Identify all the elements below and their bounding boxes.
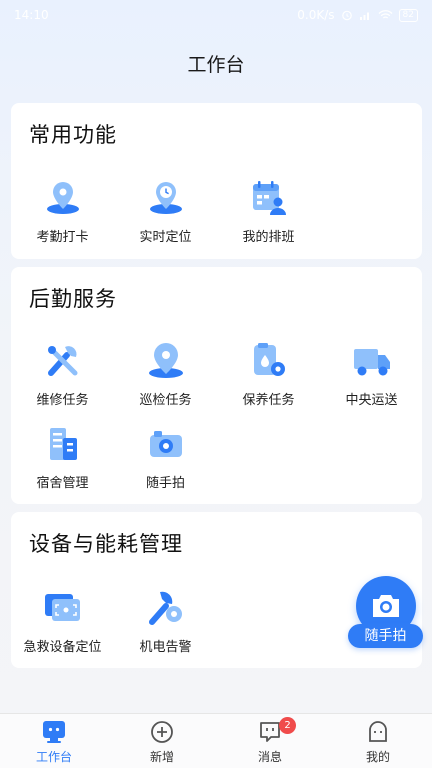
section-title: 设备与能耗管理 [29, 532, 183, 556]
item-label: 急救设备定位 [23, 640, 102, 655]
item-label: 保养任务 [242, 393, 295, 408]
tab-add[interactable]: 新增 [108, 714, 216, 768]
logistics-services-card: 后勤服务 维修任务 巡检任务 保养任务 中央运送 宿舍管理 随手拍 [11, 267, 422, 504]
tab-label: 消息 [257, 750, 282, 764]
section-title: 后勤服务 [29, 287, 117, 311]
emergency-device-location-item[interactable]: 急救设备定位 [11, 588, 114, 655]
workbench-icon [43, 721, 65, 743]
item-label: 考勤打卡 [36, 230, 89, 245]
item-label: 实时定位 [139, 230, 192, 245]
status-time: 14:10 [14, 8, 49, 22]
net-speed: 0.0K/s [297, 8, 335, 22]
tab-label: 工作台 [35, 750, 72, 764]
status-bar: 14:10 0.0K/s 82 [0, 0, 432, 30]
item-label: 维修任务 [36, 393, 89, 408]
item-label: 巡检任务 [139, 393, 192, 408]
patrol-pin-icon [146, 341, 186, 381]
camera-icon [373, 595, 399, 617]
bottom-tab-bar: 工作台 新增 2 消息 我的 [0, 713, 432, 768]
tab-label: 我的 [365, 750, 390, 764]
page-title: 工作台 [187, 54, 245, 76]
add-circle-icon [151, 721, 173, 743]
electromech-alarm-icon [146, 588, 186, 628]
item-label: 随手拍 [145, 476, 185, 491]
tab-messages[interactable]: 2 消息 [216, 714, 324, 768]
tab-profile[interactable]: 我的 [324, 714, 432, 768]
calendar-user-icon [249, 178, 289, 218]
clock-location-icon [146, 178, 186, 218]
snapshot-fab-label[interactable]: 随手拍 [348, 624, 423, 648]
my-schedule-item[interactable]: 我的排班 [217, 178, 320, 245]
section-title: 常用功能 [29, 123, 117, 147]
alarm-icon [341, 10, 352, 21]
maintenance-task-item[interactable]: 保养任务 [217, 341, 320, 408]
tab-workbench[interactable]: 工作台 [0, 714, 108, 768]
item-label: 机电告警 [139, 640, 192, 655]
building-icon [43, 424, 83, 464]
realtime-location-item[interactable]: 实时定位 [114, 178, 217, 245]
attendance-checkin-item[interactable]: 考勤打卡 [11, 178, 114, 245]
signal-icon [359, 12, 369, 20]
wifi-icon [378, 10, 393, 19]
item-label: 宿舍管理 [36, 476, 89, 491]
battery-indicator: 82 [398, 8, 418, 22]
snapshot-item[interactable]: 随手拍 [114, 424, 217, 491]
status-icons: 0.0K/s 82 [297, 8, 418, 22]
inspection-task-item[interactable]: 巡检任务 [114, 341, 217, 408]
electromech-alarm-item[interactable]: 机电告警 [114, 588, 217, 655]
device-locate-icon [43, 588, 83, 628]
maintenance-icon [249, 341, 289, 381]
camera-icon [146, 424, 186, 464]
tab-label: 新增 [149, 750, 174, 764]
repair-task-item[interactable]: 维修任务 [11, 341, 114, 408]
truck-icon [352, 341, 392, 381]
message-count-badge: 2 [279, 717, 296, 734]
dormitory-management-item[interactable]: 宿舍管理 [11, 424, 114, 491]
central-transport-item[interactable]: 中央运送 [320, 341, 423, 408]
common-functions-card: 常用功能 考勤打卡 实时定位 我的排班 [11, 103, 422, 259]
profile-icon [369, 721, 387, 742]
location-pin-icon [43, 178, 83, 218]
item-label: 中央运送 [345, 393, 398, 408]
wrench-icon [43, 341, 83, 381]
item-label: 我的排班 [242, 230, 295, 245]
